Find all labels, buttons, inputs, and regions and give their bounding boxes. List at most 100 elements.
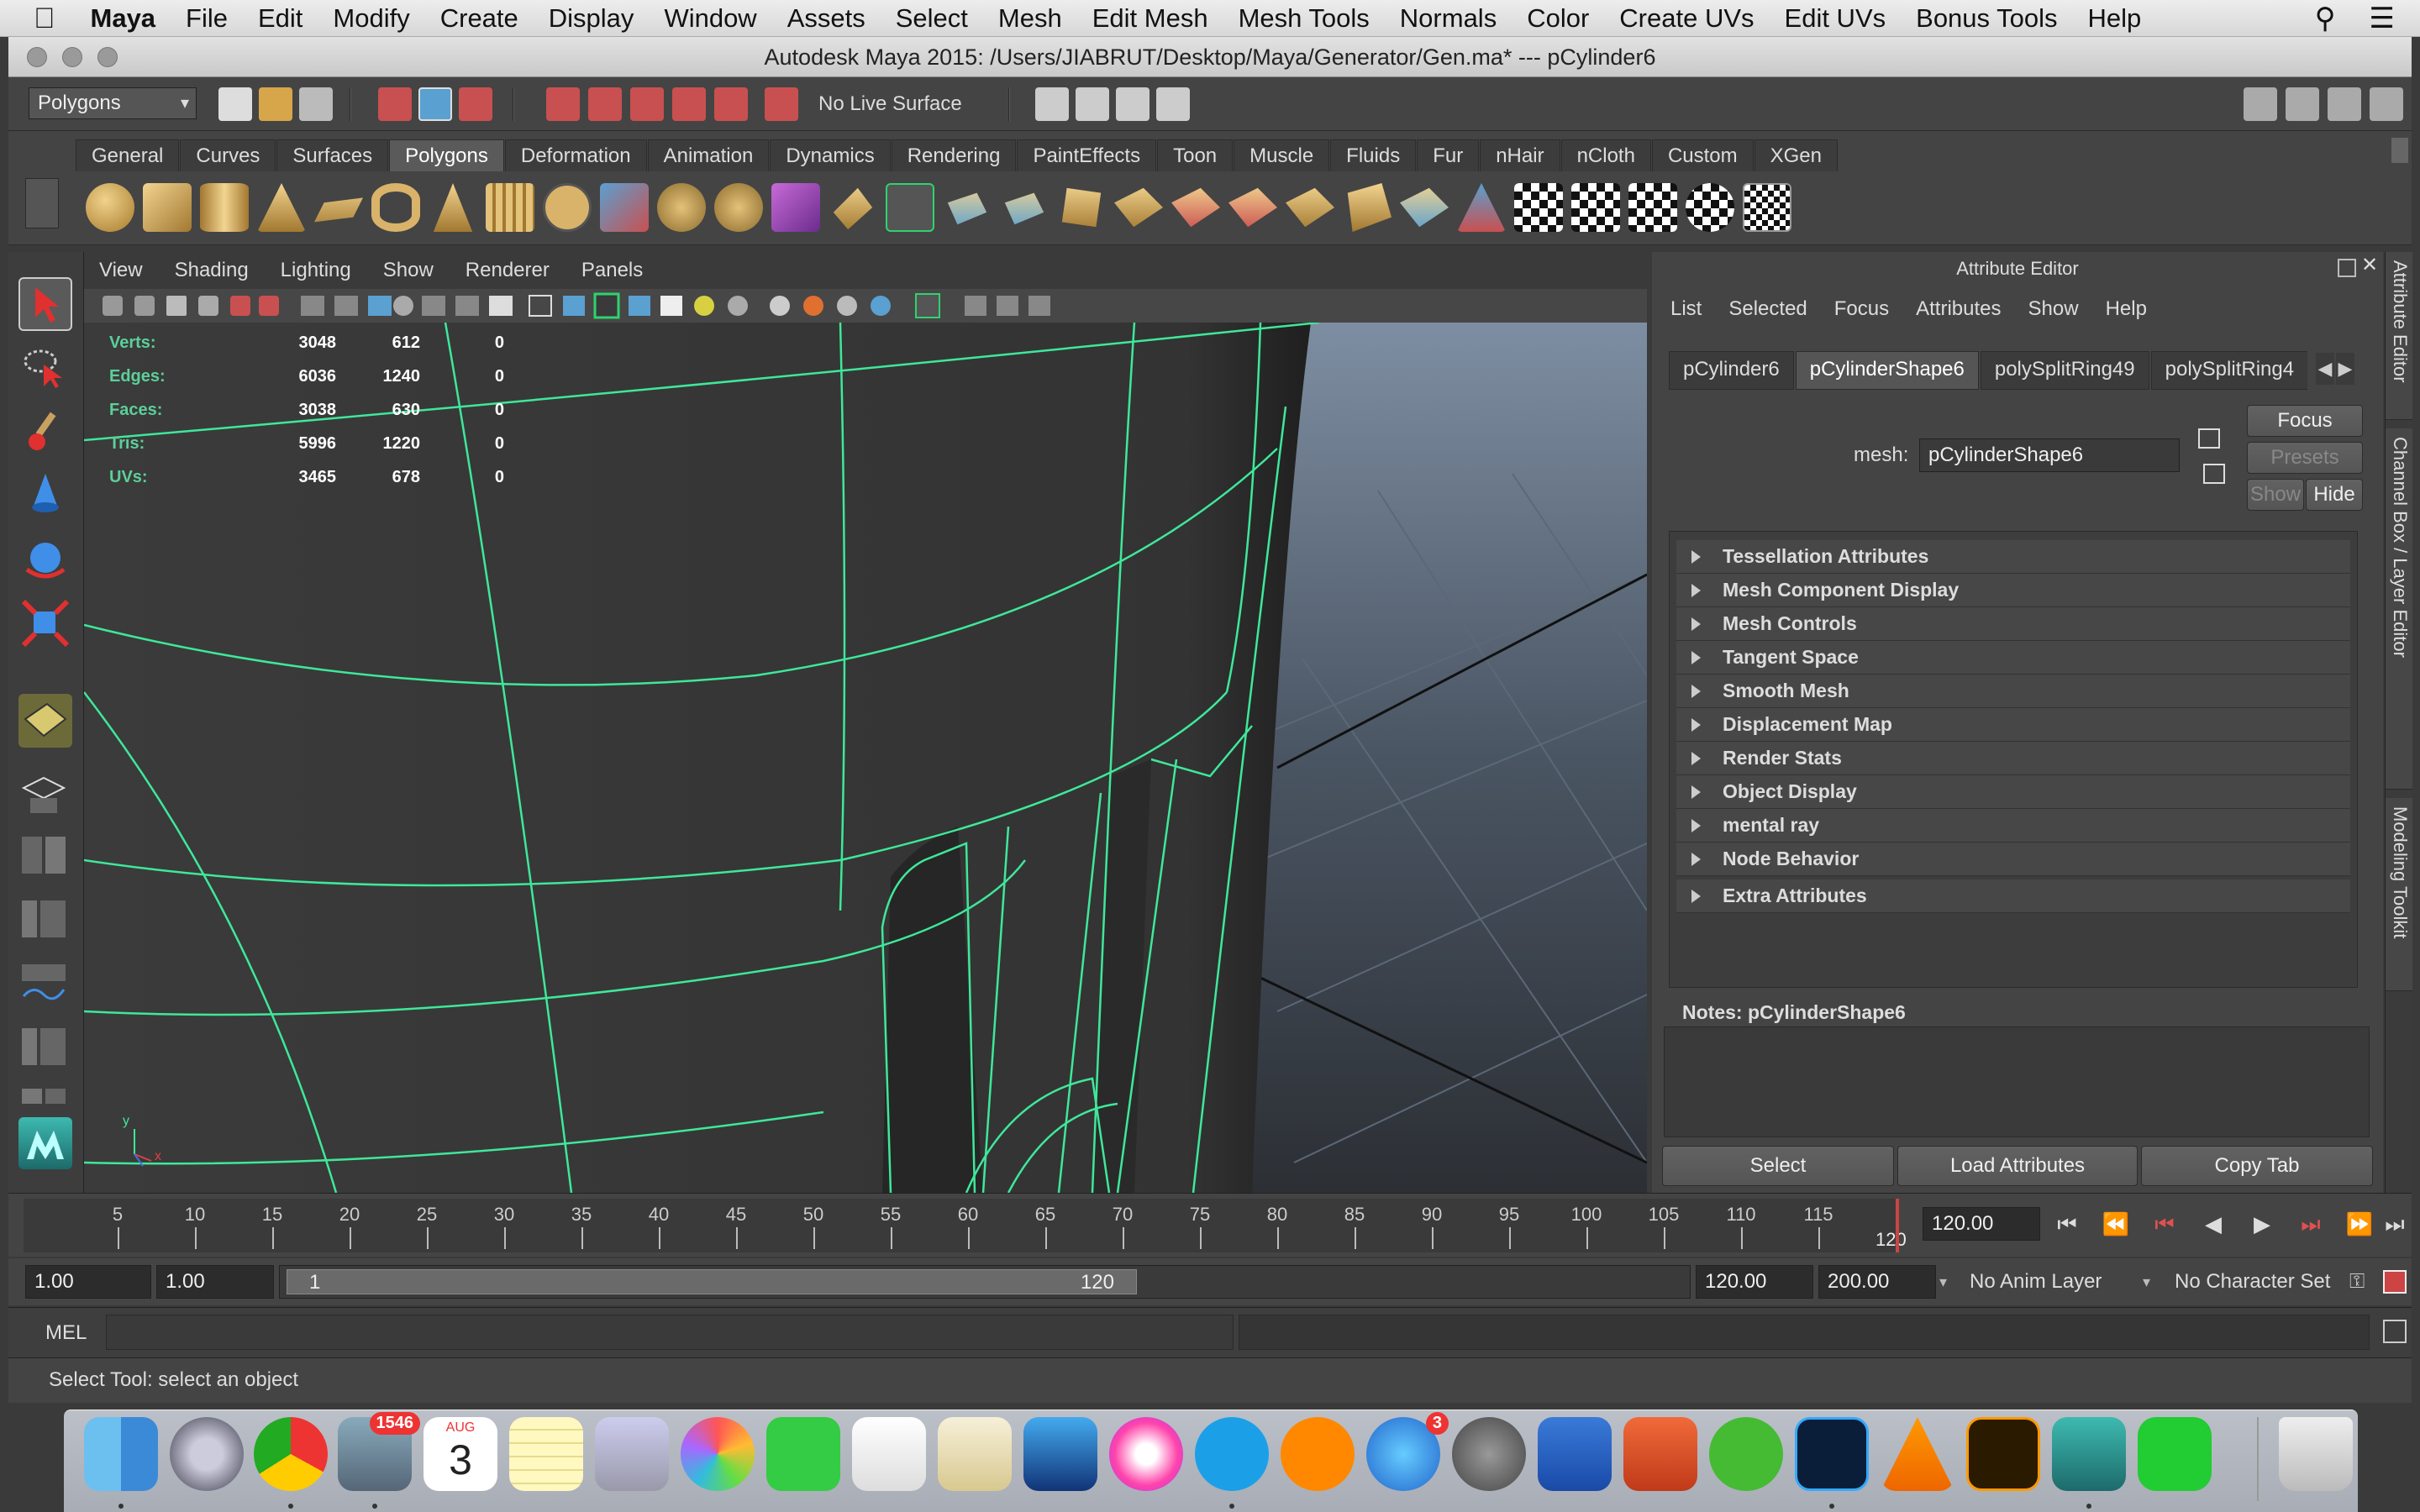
viewport-menu-shading[interactable]: Shading (175, 259, 249, 282)
magnet-icon[interactable] (765, 87, 798, 121)
step-forward-frame-icon[interactable]: ⏩ (2343, 1207, 2376, 1241)
channel-box-toggle-icon[interactable] (2370, 87, 2403, 121)
snap-view-plane-icon[interactable] (672, 87, 706, 121)
notes-icon[interactable] (509, 1417, 583, 1491)
play-backwards-icon[interactable]: ◀ (2196, 1207, 2230, 1241)
bevel-icon[interactable] (1347, 183, 1392, 232)
layout-options-icon[interactable] (18, 1084, 72, 1109)
menu-select[interactable]: Select (881, 0, 983, 37)
snap-surface-icon[interactable] (714, 87, 748, 121)
menu-file[interactable]: File (171, 0, 243, 37)
select-component-icon[interactable] (459, 87, 492, 121)
lasso-tool-icon[interactable] (18, 341, 72, 395)
combine-icon[interactable] (600, 183, 649, 232)
automatic-mapping-icon[interactable] (1686, 183, 1734, 232)
open-scene-icon[interactable] (259, 87, 292, 121)
close-icon[interactable]: ✕ (2360, 255, 2380, 276)
playback-start-field[interactable]: 1.00 (156, 1265, 274, 1299)
side-tab-channel-box[interactable]: Channel Box / Layer Editor (2386, 428, 2412, 790)
safe-action-icon[interactable] (455, 296, 479, 316)
shelf-tab-fur[interactable]: Fur (1417, 139, 1480, 171)
paint-select-tool-icon[interactable] (18, 405, 72, 459)
four-pane-layout-icon[interactable] (18, 832, 72, 880)
camera-attributes-icon[interactable] (103, 296, 123, 316)
textured-icon[interactable] (660, 296, 682, 316)
itunes-icon[interactable] (1109, 1417, 1183, 1491)
side-tab-modeling-toolkit[interactable]: Modeling Toolkit (2386, 798, 2412, 991)
play-forwards-icon[interactable]: ▶ (2245, 1207, 2279, 1241)
section-object-display[interactable]: Object Display (1676, 775, 2350, 809)
pages-icon[interactable] (938, 1417, 1012, 1491)
section-tangent-space[interactable]: Tangent Space (1676, 641, 2350, 675)
step-back-key-icon[interactable]: ⏮ (2148, 1207, 2181, 1241)
menu-display[interactable]: Display (534, 0, 650, 37)
section-extra-attributes[interactable]: Extra Attributes (1676, 879, 2350, 913)
script-editor-icon[interactable] (2383, 1320, 2407, 1343)
fill-hole-icon[interactable] (1114, 187, 1163, 228)
shadows-icon[interactable] (728, 296, 748, 316)
append-polygon-icon[interactable] (1061, 187, 1102, 228)
merge-icon[interactable] (1400, 187, 1449, 228)
extrude-icon[interactable] (947, 192, 987, 225)
load-attributes-button[interactable]: Load Attributes (1897, 1146, 2138, 1186)
shelf-tab-deformation[interactable]: Deformation (504, 139, 647, 171)
spherical-mapping-icon[interactable] (1628, 183, 1677, 232)
offset-edge-loop-icon[interactable] (1286, 187, 1334, 228)
viewport-menu-show[interactable]: Show (383, 259, 434, 282)
xray-joints-icon[interactable] (965, 296, 986, 316)
powerpoint-icon[interactable] (1623, 1417, 1697, 1491)
mesh-name-field[interactable]: pCylinderShape6 (1919, 438, 2180, 472)
attr-menu-attributes[interactable]: Attributes (1916, 297, 2001, 321)
field-chart-icon[interactable] (422, 296, 445, 316)
chevron-down-icon[interactable]: ▾ (2143, 1265, 2150, 1299)
render-settings-icon[interactable] (1156, 87, 1190, 121)
vlc-icon[interactable] (1881, 1417, 1954, 1491)
poly-sphere-icon[interactable] (86, 183, 134, 232)
ibooks-icon[interactable] (1281, 1417, 1355, 1491)
shelf-tab-muscle[interactable]: Muscle (1234, 139, 1330, 171)
shelf-tab-dynamics[interactable]: Dynamics (770, 139, 891, 171)
use-all-lights-icon[interactable] (694, 296, 714, 316)
poly-pipe-icon[interactable] (486, 183, 534, 232)
show-button[interactable]: Show (2247, 479, 2304, 511)
safe-title-icon[interactable] (489, 296, 513, 316)
xray-active-components-icon[interactable] (997, 296, 1018, 316)
attr-menu-focus[interactable]: Focus (1834, 297, 1889, 321)
section-mesh-component-display[interactable]: Mesh Component Display (1676, 574, 2350, 607)
xray-icon[interactable] (629, 296, 650, 316)
step-forward-key-icon[interactable]: ⏭ (2294, 1207, 2328, 1241)
smooth-icon[interactable] (771, 183, 820, 232)
poly-cube-icon[interactable] (143, 183, 192, 232)
line-icon[interactable] (2138, 1417, 2212, 1491)
extract-icon[interactable] (714, 183, 763, 232)
tab-scroll-left-icon[interactable]: ◀ (2316, 353, 2334, 385)
sculpt-geometry-icon[interactable] (1457, 183, 1506, 232)
skype-icon[interactable] (1195, 1417, 1269, 1491)
anim-layer-dropdown[interactable]: No Anim Layer (1970, 1265, 2102, 1299)
average-vertices-icon[interactable] (833, 187, 873, 230)
poly-plane-icon[interactable] (314, 197, 363, 223)
utorrent-icon[interactable] (1709, 1417, 1783, 1491)
apple-icon[interactable]:  (0, 0, 76, 37)
poly-cylinder-icon[interactable] (200, 183, 249, 232)
chrome-icon[interactable] (254, 1417, 328, 1491)
step-back-frame-icon[interactable]: ⏪ (2099, 1207, 2133, 1241)
menu-bonus-tools[interactable]: Bonus Tools (1901, 0, 2072, 37)
tab-pcylindershape6[interactable]: pCylinderShape6 (1795, 351, 1979, 390)
poly-soccer-ball-icon[interactable] (543, 183, 592, 232)
gate-mask-icon[interactable] (393, 296, 413, 316)
menu-help[interactable]: Help (2072, 0, 2156, 37)
attr-menu-show[interactable]: Show (2028, 297, 2079, 321)
select-button[interactable]: Select (1662, 1146, 1894, 1186)
app-store-icon[interactable]: 3 (1366, 1412, 1449, 1491)
menu-color[interactable]: Color (1512, 0, 1604, 37)
shelf-tab-fluids[interactable]: Fluids (1330, 139, 1417, 171)
single-pane-layout-icon[interactable] (18, 769, 72, 818)
menu-modify[interactable]: Modify (318, 0, 424, 37)
section-mesh-controls[interactable]: Mesh Controls (1676, 607, 2350, 641)
menu-normals[interactable]: Normals (1385, 0, 1512, 37)
character-set-dropdown[interactable]: No Character Set (2175, 1265, 2330, 1299)
shelf-tab-xgen[interactable]: XGen (1754, 139, 1838, 171)
grease-pencil-erase-icon[interactable] (259, 296, 279, 316)
section-node-behavior[interactable]: Node Behavior (1676, 843, 2350, 876)
